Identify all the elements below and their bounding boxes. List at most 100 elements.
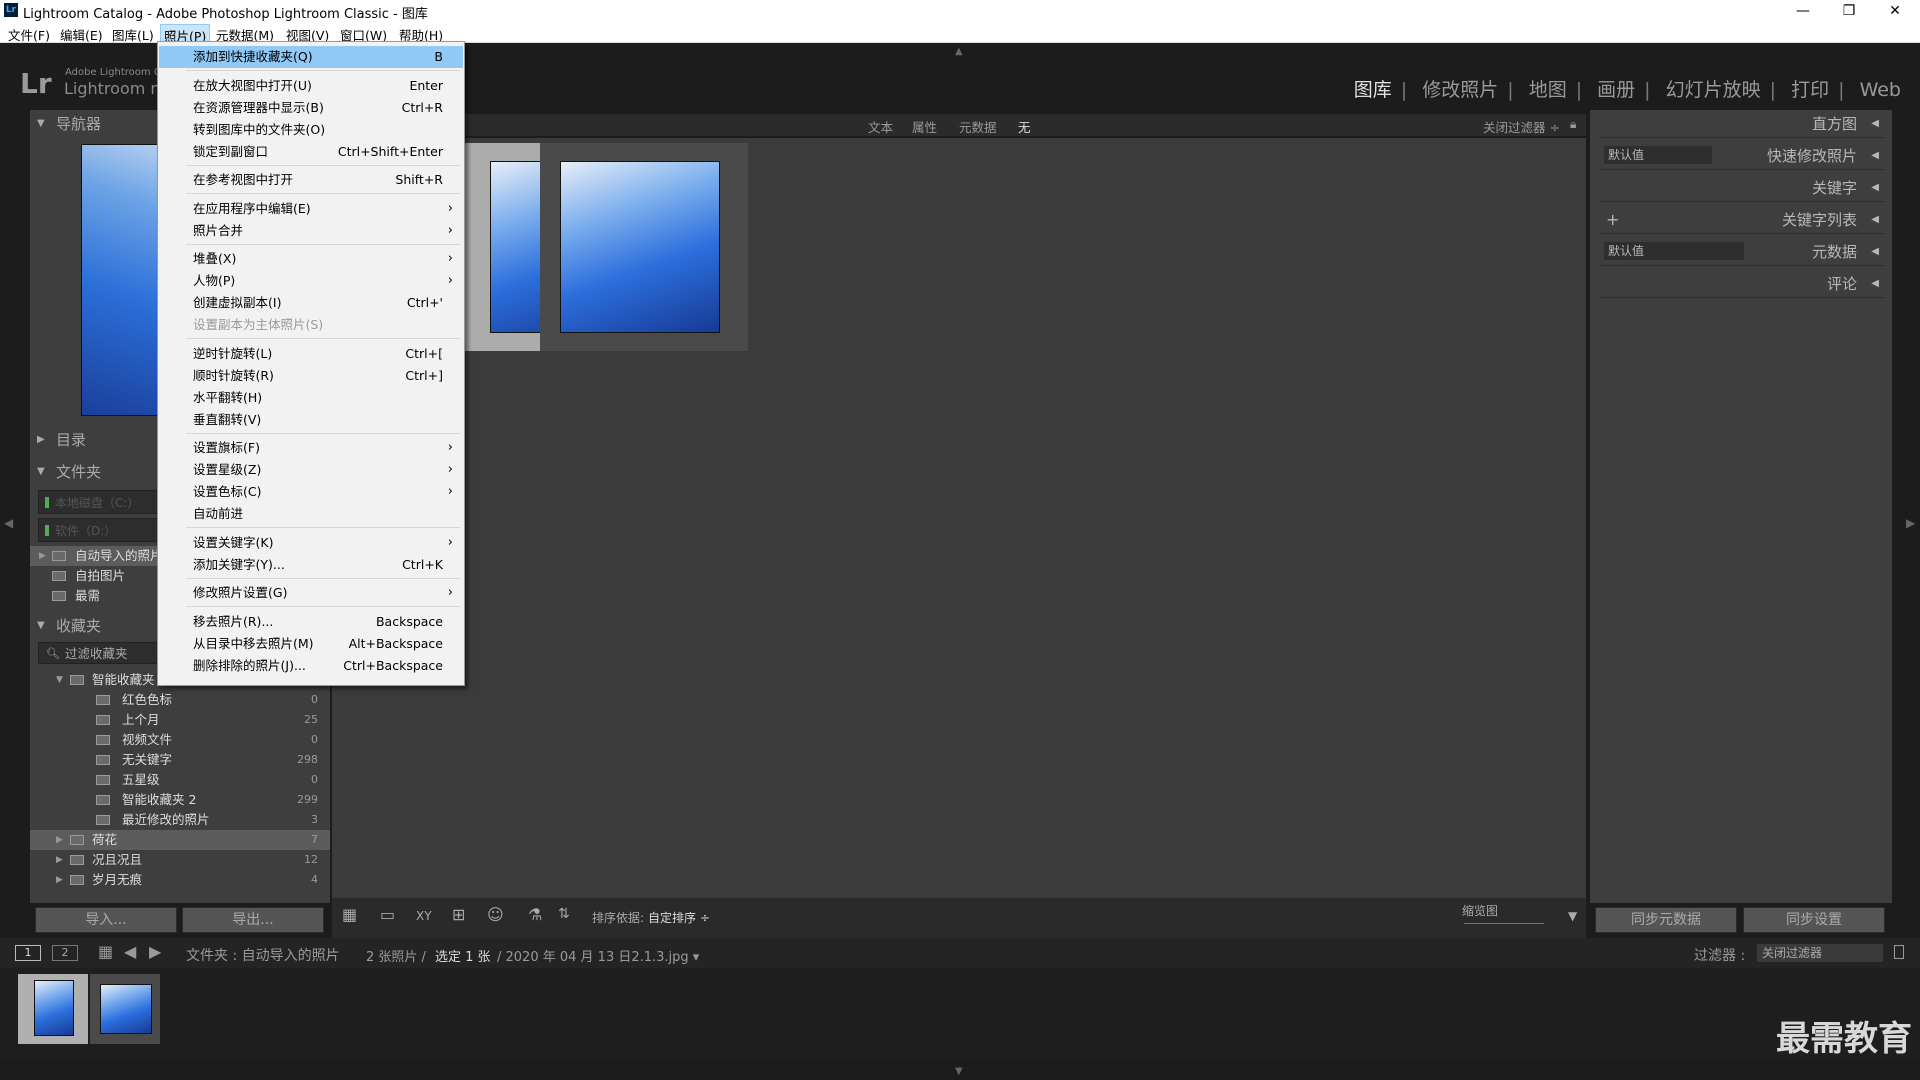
- menu-item[interactable]: 设置副本为主体照片(S): [159, 314, 463, 336]
- expand-triangle-icon: ▶: [56, 835, 63, 845]
- minimize-button[interactable]: —: [1780, 0, 1826, 22]
- loupe-view-icon[interactable]: ▭: [380, 905, 395, 924]
- sync-settings-button[interactable]: 同步设置: [1743, 907, 1885, 933]
- menu-item[interactable]: 在参考视图中打开 Shift+R: [159, 169, 463, 191]
- menu-item-shortcut: Enter: [409, 77, 443, 93]
- lock-icon[interactable]: 🔒︎: [1570, 117, 1576, 132]
- selected-filename[interactable]: / 2020 年 04 月 13 日2.1.3.jpg ▾: [497, 946, 699, 965]
- keyword-list-header[interactable]: + 关键字列表 ◀: [1600, 206, 1885, 234]
- filmstrip-thumbnail[interactable]: [100, 984, 152, 1034]
- module-library[interactable]: 图库: [1354, 79, 1392, 101]
- menu-item[interactable]: 自动前进: [159, 503, 463, 525]
- metadata-header[interactable]: 默认值 元数据 ◀: [1600, 238, 1885, 266]
- source-path[interactable]: 文件夹 : 自动导入的照片: [186, 945, 340, 965]
- smart-collection-item[interactable]: 红色色标 0: [30, 690, 330, 710]
- maximize-button[interactable]: ❐: [1826, 0, 1872, 22]
- smart-collection-item[interactable]: 最近修改的照片 3: [30, 810, 330, 830]
- window2-button[interactable]: 2: [52, 945, 78, 961]
- back-arrow-icon[interactable]: ◀: [124, 942, 136, 961]
- grid-icon[interactable]: ▦: [98, 942, 113, 961]
- menu-item[interactable]: 设置星级(Z) ›: [159, 459, 463, 481]
- menu-edit[interactable]: 编辑(E): [57, 24, 106, 45]
- grid-view-icon[interactable]: ▦: [342, 905, 357, 924]
- survey-view-icon[interactable]: ⊞: [452, 905, 465, 924]
- module-print[interactable]: 打印: [1791, 79, 1829, 101]
- module-develop[interactable]: 修改照片: [1422, 79, 1498, 101]
- menu-item[interactable]: 在资源管理器中显示(B) Ctrl+R: [159, 97, 463, 119]
- collection-set-item[interactable]: ▶ 荷花 7: [30, 830, 330, 850]
- menu-item[interactable]: 删除排除的照片(J)... Ctrl+Backspace: [159, 655, 463, 677]
- quick-develop-header[interactable]: 默认值 快速修改照片 ◀: [1600, 142, 1885, 170]
- menu-item[interactable]: 移去照片(R)... Backspace: [159, 611, 463, 633]
- smart-collection-item[interactable]: 智能收藏夹 2 299: [30, 790, 330, 810]
- filter-lock-icon[interactable]: [1894, 945, 1904, 959]
- collection-set-item[interactable]: ▶ 况且况且 12: [30, 850, 330, 870]
- filter-preset-select[interactable]: 关闭过滤器 ÷: [1483, 117, 1560, 136]
- menu-item[interactable]: 照片合并 ›: [159, 220, 463, 242]
- menu-item[interactable]: 设置旗标(F) ›: [159, 437, 463, 459]
- smart-collection-item[interactable]: 无关键字 298: [30, 750, 330, 770]
- menu-item[interactable]: 人物(P) ›: [159, 270, 463, 292]
- menu-item[interactable]: 创建虚拟副本(I) Ctrl+': [159, 292, 463, 314]
- smart-collection-item[interactable]: 五星级 0: [30, 770, 330, 790]
- filmstrip-cell[interactable]: [18, 974, 88, 1044]
- right-panel-toggle-icon[interactable]: ▶: [1906, 516, 1915, 530]
- menu-item[interactable]: 锁定到副窗口 Ctrl+Shift+Enter: [159, 141, 463, 163]
- sort-select[interactable]: 自定排序 ÷: [648, 909, 710, 926]
- histogram-header[interactable]: 直方图 ◀: [1600, 110, 1885, 138]
- filmstrip-filter-select[interactable]: 关闭过滤器: [1757, 944, 1883, 962]
- collection-set-item[interactable]: ▶ 岁月无痕 4: [30, 870, 330, 890]
- photo-thumbnail[interactable]: [560, 161, 720, 333]
- saved-preset-select[interactable]: 默认值: [1604, 146, 1712, 164]
- module-web[interactable]: Web: [1860, 79, 1901, 101]
- filter-metadata[interactable]: 元数据: [959, 117, 997, 136]
- menu-item[interactable]: 在放大视图中打开(U) Enter: [159, 75, 463, 97]
- forward-arrow-icon[interactable]: ▶: [149, 942, 161, 961]
- menu-item[interactable]: 设置关键字(K) ›: [159, 532, 463, 554]
- menu-item[interactable]: 添加到快捷收藏夹(Q) B: [159, 46, 463, 68]
- menu-item[interactable]: 垂直翻转(V): [159, 409, 463, 431]
- grid-cell[interactable]: [540, 143, 748, 351]
- module-slideshow[interactable]: 幻灯片放映: [1666, 79, 1761, 101]
- import-button[interactable]: 导入...: [35, 907, 177, 933]
- comments-header[interactable]: 评论 ◀: [1600, 270, 1885, 298]
- menu-item[interactable]: 逆时针旋转(L) Ctrl+[: [159, 343, 463, 365]
- compare-view-icon[interactable]: XY: [416, 909, 432, 923]
- smart-collection-item[interactable]: 视频文件 0: [30, 730, 330, 750]
- menu-library[interactable]: 图库(L): [109, 24, 157, 45]
- filmstrip-thumbnail[interactable]: [34, 980, 74, 1036]
- close-button[interactable]: ✕: [1872, 0, 1918, 22]
- keywording-header[interactable]: 关键字 ◀: [1600, 174, 1885, 202]
- filter-attribute[interactable]: 属性: [912, 117, 937, 136]
- left-panel-toggle-icon[interactable]: ◀: [4, 516, 13, 530]
- menu-item-label: 设置色标(C): [193, 484, 262, 499]
- module-book[interactable]: 画册: [1597, 79, 1635, 101]
- top-panel-toggle-icon[interactable]: ▲: [955, 46, 963, 57]
- menu-item[interactable]: 添加关键字(Y)... Ctrl+K: [159, 554, 463, 576]
- module-map[interactable]: 地图: [1529, 79, 1567, 101]
- toolbar-menu-icon[interactable]: ▼: [1568, 909, 1577, 923]
- metadata-preset-select[interactable]: 默认值: [1604, 242, 1744, 260]
- filter-text[interactable]: 文本: [868, 117, 893, 136]
- menu-item[interactable]: 堆叠(X) ›: [159, 248, 463, 270]
- menu-item[interactable]: 水平翻转(H): [159, 387, 463, 409]
- people-view-icon[interactable]: ☺: [487, 905, 504, 924]
- menu-item[interactable]: 从目录中移去照片(M) Alt+Backspace: [159, 633, 463, 655]
- export-button[interactable]: 导出...: [182, 907, 324, 933]
- smart-collection-item[interactable]: 上个月 25: [30, 710, 330, 730]
- sort-direction-icon[interactable]: ⇅: [558, 906, 570, 922]
- spray-can-icon[interactable]: ⚗: [528, 905, 542, 924]
- sync-metadata-button[interactable]: 同步元数据: [1595, 907, 1737, 933]
- filmstrip-cell[interactable]: [90, 974, 160, 1044]
- menu-item[interactable]: 转到图库中的文件夹(O): [159, 119, 463, 141]
- window1-button[interactable]: 1: [15, 945, 41, 961]
- filter-none[interactable]: 无: [1018, 117, 1031, 136]
- bottom-panel-toggle-icon[interactable]: ▼: [955, 1066, 963, 1077]
- menu-file[interactable]: 文件(F): [5, 24, 53, 45]
- thumbnail-size-slider[interactable]: [1464, 923, 1544, 924]
- menu-item[interactable]: 顺时针旋转(R) Ctrl+]: [159, 365, 463, 387]
- menu-item[interactable]: 在应用程序中编辑(E) ›: [159, 198, 463, 220]
- menu-item[interactable]: 设置色标(C) ›: [159, 481, 463, 503]
- menu-item[interactable]: 修改照片设置(G) ›: [159, 582, 463, 604]
- add-keyword-button[interactable]: +: [1606, 206, 1619, 234]
